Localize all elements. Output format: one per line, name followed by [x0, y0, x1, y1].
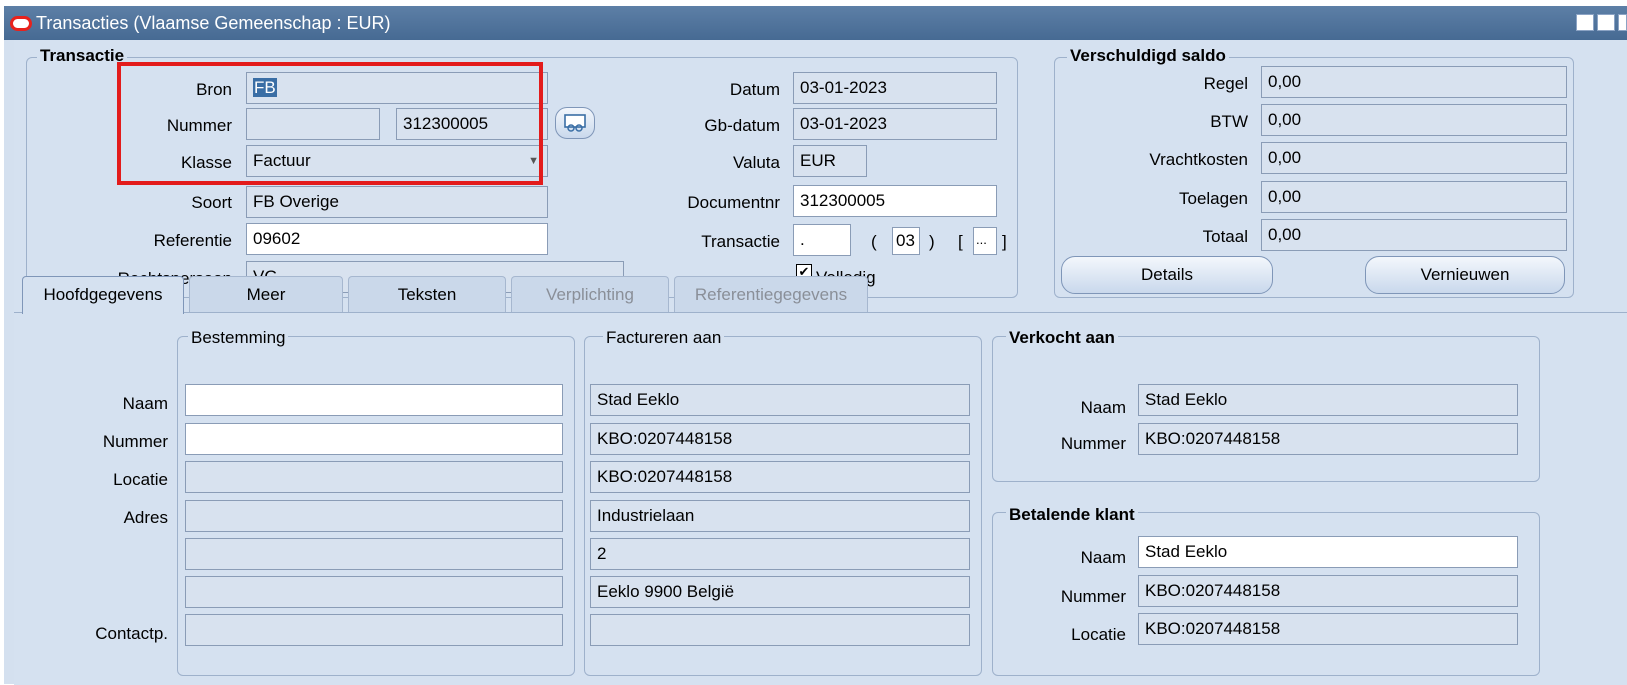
verkocht-group-title: Verkocht aan	[1006, 328, 1118, 348]
betalende-naam-label: Naam	[1080, 548, 1126, 567]
betalende-locatie-field[interactable]: KBO:0207448158	[1138, 613, 1518, 645]
factureren-line[interactable]: Stad Eeklo	[590, 384, 970, 416]
maximize-icon[interactable]	[1597, 14, 1615, 31]
verkocht-nummer-field[interactable]: KBO:0207448158	[1138, 423, 1518, 455]
bestemming-adres-field-1[interactable]	[185, 500, 563, 532]
window-titlebar[interactable]: Transacties (Vlaamse Gemeenschap : EUR)	[4, 6, 1627, 40]
betalende-locatie-label: Locatie	[1071, 625, 1126, 644]
transactie-label: Transactie	[701, 232, 780, 251]
open-paren: (	[871, 232, 877, 251]
details-button[interactable]: Details	[1061, 256, 1273, 294]
bestemming-group-title: Bestemming	[188, 328, 289, 348]
tab-meer[interactable]: Meer	[189, 276, 343, 312]
factureren-line[interactable]: Industrielaan	[590, 500, 970, 532]
transactie-bracket-field[interactable]: ...	[973, 227, 997, 255]
documentnr-field[interactable]: 312300005	[793, 185, 997, 217]
tab-hoofdgegevens[interactable]: Hoofdgegevens	[22, 276, 184, 314]
soort-label: Soort	[191, 193, 232, 212]
betalende-nummer-field[interactable]: KBO:0207448158	[1138, 575, 1518, 607]
betalende-nummer-label: Nummer	[1060, 587, 1126, 606]
tab-referentiegegevens[interactable]: Referentiegegevens	[674, 276, 868, 312]
regel-label: Regel	[1203, 74, 1248, 93]
bestemming-contactp-label: Contactp.	[95, 624, 168, 643]
transactie-paren-field[interactable]: 03	[892, 227, 920, 255]
referentie-field[interactable]: 09602	[246, 223, 548, 255]
transactie-field[interactable]: .	[793, 224, 851, 256]
close-bracket: ]	[1002, 232, 1007, 251]
saldo-group-title: Verschuldigd saldo	[1067, 46, 1229, 66]
betalende-group-title: Betalende klant	[1006, 505, 1138, 525]
factureren-line[interactable]: KBO:0207448158	[590, 423, 970, 455]
flashlight-lov-button[interactable]	[555, 107, 595, 139]
bestemming-locatie-label: Locatie	[113, 470, 168, 489]
vrachtkosten-label: Vrachtkosten	[1149, 150, 1248, 169]
btw-field[interactable]: 0,00	[1261, 104, 1567, 136]
tab-teksten[interactable]: Teksten	[348, 276, 506, 312]
glasses-icon	[564, 114, 586, 132]
factureren-group-title: Factureren aan	[603, 328, 725, 348]
valuta-label: Valuta	[733, 153, 780, 172]
bestemming-nummer-field[interactable]	[185, 423, 563, 455]
open-bracket: [	[958, 232, 963, 251]
verkocht-naam-field[interactable]: Stad Eeklo	[1138, 384, 1518, 416]
soort-field[interactable]: FB Overige	[246, 186, 548, 218]
bestemming-contactp-field[interactable]	[185, 614, 563, 646]
transactie-group-title: Transactie	[37, 46, 128, 66]
totaal-label: Totaal	[1202, 227, 1248, 246]
documentnr-label: Documentnr	[687, 193, 780, 212]
tab-verplichting[interactable]: Verplichting	[511, 276, 669, 312]
vernieuwen-button[interactable]: Vernieuwen	[1365, 256, 1565, 294]
betalende-naam-field[interactable]: Stad Eeklo	[1138, 536, 1518, 568]
factureren-line[interactable]: KBO:0207448158	[590, 461, 970, 493]
gbdatum-label: Gb-datum	[704, 116, 780, 135]
regel-field[interactable]: 0,00	[1261, 66, 1567, 98]
toelagen-field[interactable]: 0,00	[1261, 181, 1567, 213]
factureren-line[interactable]: Eeklo 9900 België	[590, 576, 970, 608]
datum-label: Datum	[729, 80, 780, 99]
bestemming-adres-field-2[interactable]	[185, 538, 563, 570]
datum-field[interactable]: 03-01-2023	[793, 72, 997, 104]
highlight-box	[117, 62, 543, 185]
toelagen-label: Toelagen	[1178, 189, 1248, 208]
vrachtkosten-field[interactable]: 0,00	[1261, 142, 1567, 174]
oracle-logo-icon	[10, 16, 32, 31]
totaal-field[interactable]: 0,00	[1261, 219, 1567, 251]
bestemming-nummer-label: Nummer	[102, 432, 168, 451]
btw-label: BTW	[1210, 112, 1248, 131]
referentie-label: Referentie	[153, 231, 232, 250]
valuta-field[interactable]: EUR	[793, 145, 867, 177]
close-icon[interactable]	[1618, 14, 1627, 31]
bestemming-locatie-field[interactable]	[185, 461, 563, 493]
bestemming-naam-field[interactable]	[185, 384, 563, 416]
factureren-line[interactable]: 2	[590, 538, 970, 570]
verkocht-nummer-label: Nummer	[1060, 434, 1126, 453]
bestemming-adres-field-3[interactable]	[185, 576, 563, 608]
window-title: Transacties (Vlaamse Gemeenschap : EUR)	[36, 13, 391, 33]
minimize-icon[interactable]	[1576, 14, 1594, 31]
verkocht-naam-label: Naam	[1080, 398, 1126, 417]
close-paren: )	[929, 232, 935, 251]
factureren-line[interactable]	[590, 614, 970, 646]
bestemming-adres-label: Adres	[123, 508, 168, 527]
gbdatum-field[interactable]: 03-01-2023	[793, 108, 997, 140]
bestemming-naam-label: Naam	[122, 394, 168, 413]
